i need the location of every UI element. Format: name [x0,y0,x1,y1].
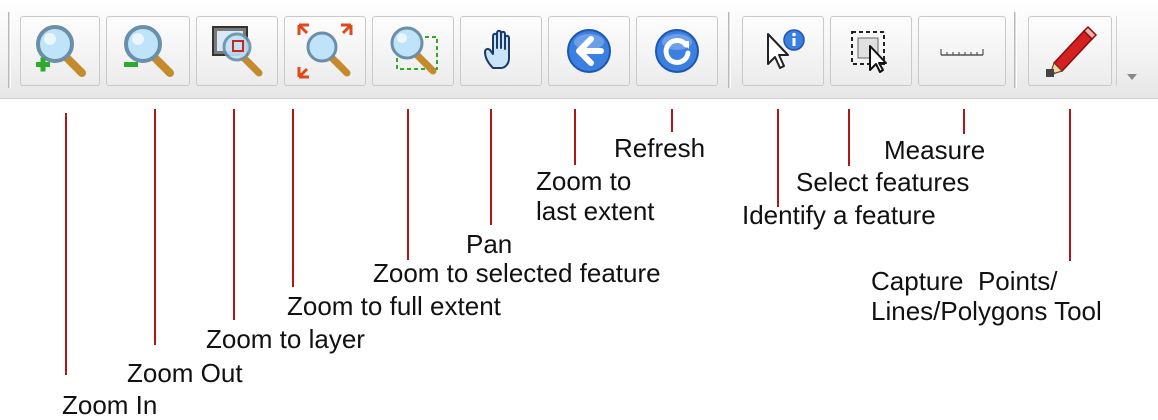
zoom-full-extent-button[interactable] [284,16,366,86]
zoom-to-selected-button[interactable] [372,16,454,86]
label-zoom-last-extent: Zoom to last extent [536,166,655,226]
leader-zoom-full [292,109,294,287]
zoom-full-extent-icon [297,23,353,79]
pointer-info-icon [767,29,805,69]
label-pan: Pan [466,229,513,259]
magnifier-plus-icon [36,25,86,77]
refresh-button[interactable] [636,16,718,86]
label-capture-line1: Capture Points/ [871,266,1058,296]
label-zoom-last-line1: Zoom to [536,166,632,196]
zoom-in-button[interactable] [20,16,100,86]
label-select-features: Select features [796,167,970,197]
leader-pan [490,109,492,225]
leader-refresh [671,109,673,132]
identify-feature-button[interactable] [742,16,824,86]
label-zoom-selected: Zoom to selected feature [373,258,661,288]
label-zoom-to-layer: Zoom to layer [206,324,365,354]
pencil-icon [1046,25,1098,77]
leader-measure [963,109,965,134]
zoom-to-layer-button[interactable] [196,16,278,86]
toolbar-grip-left [8,12,11,88]
leader-zoom-layer [233,109,235,320]
label-zoom-last-line2: last extent [536,196,655,226]
leader-zoom-out [154,109,156,345]
zoom-out-button[interactable] [106,16,190,86]
ruler-icon [940,49,984,56]
back-arrow-icon [567,29,611,73]
select-box-icon [851,31,887,73]
toolbar-separator-1 [728,12,731,88]
leader-zoom-in [65,113,67,375]
zoom-last-extent-button[interactable] [548,16,630,86]
select-features-button[interactable] [830,16,912,86]
pan-button[interactable] [460,16,542,86]
label-zoom-in: Zoom In [62,390,158,420]
leader-select [848,109,850,166]
label-refresh: Refresh [614,133,706,163]
refresh-icon [655,29,699,73]
label-zoom-full-extent: Zoom to full extent [287,291,501,321]
label-capture-tool: Capture Points/ Lines/Polygons Tool [871,266,1102,326]
leader-identify [777,109,779,207]
label-identify: Identify a feature [742,200,936,230]
leader-capture [1069,109,1071,261]
hand-icon [484,29,510,69]
zoom-selected-icon [390,26,438,75]
zoom-to-layer-icon [212,26,263,77]
map-toolbar [0,0,1158,99]
measure-button[interactable] [918,16,1006,86]
label-capture-line2: Lines/Polygons Tool [871,296,1102,326]
leader-zoom-last [574,109,576,165]
capture-tool-button[interactable] [1028,16,1112,86]
leader-zoom-selected [407,109,409,260]
toolbar-separator-2 [1014,12,1017,88]
magnifier-minus-icon [124,25,174,77]
label-measure: Measure [884,135,986,165]
label-zoom-out: Zoom Out [127,358,243,388]
dropdown-arrow-icon[interactable] [1127,74,1137,80]
